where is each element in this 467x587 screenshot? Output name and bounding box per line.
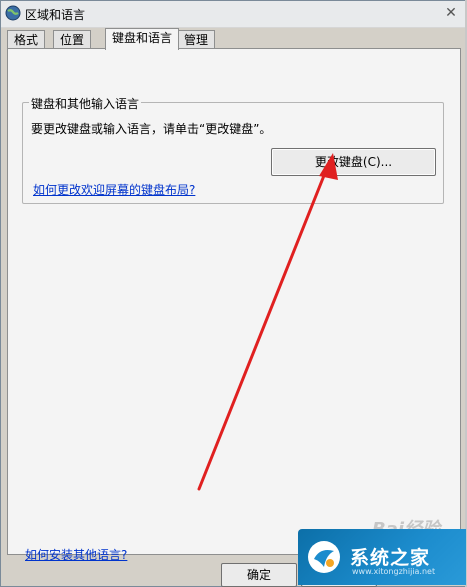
dialog-client-area: 格式 位置 键盘和语言 管理 键盘和其他输入语言 要更改键盘或输入语言，请单击“…	[1, 28, 466, 587]
watermark-site-name: 系统之家	[350, 547, 431, 569]
keyboards-languages-panel: 键盘和其他输入语言 要更改键盘或输入语言，请单击“更改键盘”。 更改键盘(C).…	[7, 48, 461, 562]
change-keyboards-button[interactable]: 更改键盘(C)...	[271, 148, 436, 176]
window-title: 区域和语言	[25, 8, 86, 22]
group-description: 要更改键盘或输入语言，请单击“更改键盘”。	[31, 122, 272, 136]
tab-label: 管理	[184, 33, 209, 47]
tab-label: 格式	[14, 33, 39, 47]
tab-label: 位置	[60, 33, 85, 47]
keyboards-group: 键盘和其他输入语言 要更改键盘或输入语言，请单击“更改键盘”。 更改键盘(C).…	[22, 95, 444, 204]
welcome-screen-keyboard-link[interactable]: 如何更改欢迎屏幕的键盘布局?	[33, 181, 195, 198]
tab-keyboards-languages[interactable]: 键盘和语言	[105, 28, 180, 50]
watermark-logo-icon	[308, 541, 340, 573]
site-watermark: 系统之家 www.xitongzhijia.net	[298, 529, 466, 585]
tab-administrative[interactable]: 管理	[177, 30, 216, 49]
ok-button[interactable]: 确定	[221, 563, 297, 587]
title-bar: 区域和语言 ✕	[1, 1, 466, 28]
tab-label: 键盘和语言	[112, 31, 173, 45]
tab-formats[interactable]: 格式	[7, 30, 46, 49]
close-icon[interactable]: ✕	[442, 4, 460, 22]
tab-location[interactable]: 位置	[53, 30, 92, 49]
globe-icon	[5, 5, 21, 21]
region-language-dialog: 区域和语言 ✕ 格式 位置 键盘和语言 管理 键盘和其他输入语言 要更改键盘或输…	[0, 0, 467, 587]
watermark-url: www.xitongzhijia.net	[352, 567, 436, 576]
group-title: 键盘和其他输入语言	[29, 95, 142, 112]
install-languages-link[interactable]: 如何安装其他语言?	[25, 546, 127, 563]
